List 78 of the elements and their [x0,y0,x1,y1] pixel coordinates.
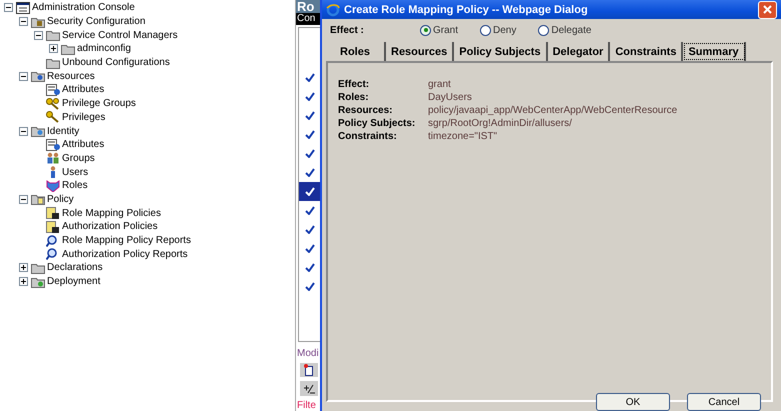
plus-minus-icon[interactable] [300,381,318,396]
summary-label: Roles: [338,92,370,103]
summary-value: timezone="IST" [428,131,498,142]
ok-button[interactable]: OK [596,393,670,411]
radio-button[interactable] [480,24,492,36]
tab[interactable]: Summary [683,42,746,61]
tree-item[interactable]: Users [62,166,88,178]
tree-item[interactable]: Role Mapping Policy Reports [62,235,191,246]
tree-item[interactable]: Privileges [62,112,106,123]
tree-item[interactable]: Policy [47,194,74,205]
tree-item[interactable]: Authorization Policies [62,221,158,232]
summary-label: Constraints: [338,131,398,142]
locked-folder-icon [31,16,45,28]
window-title: Create Role Mapping Policy -- Webpage Dialog [344,4,589,16]
summary-label: Resources: [338,105,394,116]
list-icon [46,84,60,96]
field-label: Effect : [329,24,365,36]
tree-item[interactable]: Attributes [62,84,104,96]
tree-item[interactable]: adminconfig [77,43,131,54]
close-button[interactable] [758,0,777,18]
document-icon [46,220,60,233]
keys-icon [46,98,60,110]
tree-item[interactable]: Deployment [47,276,100,288]
section-label: Modi [296,348,320,359]
deployment-folder-icon [31,276,45,288]
browser-icon [326,2,340,16]
window-title: Ro [296,0,320,13]
tree-item[interactable]: Unbound Configurations [62,57,170,68]
summary-value: grant [428,79,452,90]
radio-label[interactable]: Grant [433,24,458,36]
resource-folder-icon [31,70,45,82]
tree-item[interactable]: Authorization Policy Reports [62,248,188,260]
mask-icon [46,180,60,192]
folder-icon [31,262,45,274]
radio-button[interactable] [538,24,550,36]
expander-icon[interactable] [19,72,28,81]
tree-item[interactable]: Security Configuration [47,16,146,28]
expander-icon[interactable] [4,3,13,12]
tree-item[interactable]: Groups [62,152,95,164]
tree-item[interactable]: Service Control Managers [62,30,178,41]
column-header: Con [296,13,320,25]
tree-item[interactable]: Privilege Groups [62,98,136,110]
policy-folder-icon [31,193,45,206]
summary-label: Effect: [338,79,370,90]
expander-icon[interactable] [19,263,28,272]
tree-item[interactable]: Attributes [62,139,104,150]
radio-button[interactable] [420,24,431,36]
tree-item[interactable]: Resources [47,70,95,82]
cancel-button[interactable]: Cancel [687,393,761,411]
close-icon [763,5,772,14]
expander-icon[interactable] [19,277,28,286]
identity-folder-icon [31,125,45,138]
summary-label: Policy Subjects: [338,118,416,129]
list-icon [46,138,60,151]
tree-item[interactable]: Roles [62,180,88,192]
summary-value: policy/javaapi_app/WebCenterApp/WebCenterResource [428,105,678,116]
expander-icon[interactable] [19,17,28,26]
filter-label: Filte [296,400,317,411]
expander-icon[interactable] [19,126,28,136]
tree-item[interactable]: Administration Console [32,2,135,14]
folder-icon [46,29,60,42]
tree-item[interactable]: Role Mapping Policies [62,208,161,219]
folder-icon [61,42,75,55]
expander-icon[interactable] [34,30,43,40]
expander-icon[interactable] [49,44,58,54]
key-icon [46,111,60,124]
folder-icon [46,56,60,69]
radio-label[interactable]: Deny [493,24,516,36]
tree-item[interactable]: Identity [47,126,80,137]
document-icon [46,207,60,220]
new-document-icon[interactable] [300,362,318,378]
radio-label[interactable]: Delegate [551,24,592,36]
group-icon [46,152,60,164]
expander-icon[interactable] [19,194,28,204]
list-row[interactable] [299,182,320,201]
summary-value: sgrp/RootOrg!AdminDir/allusers/ [428,118,573,129]
summary-value: DayUsers [428,92,473,103]
tree-item[interactable]: Declarations [47,262,103,274]
